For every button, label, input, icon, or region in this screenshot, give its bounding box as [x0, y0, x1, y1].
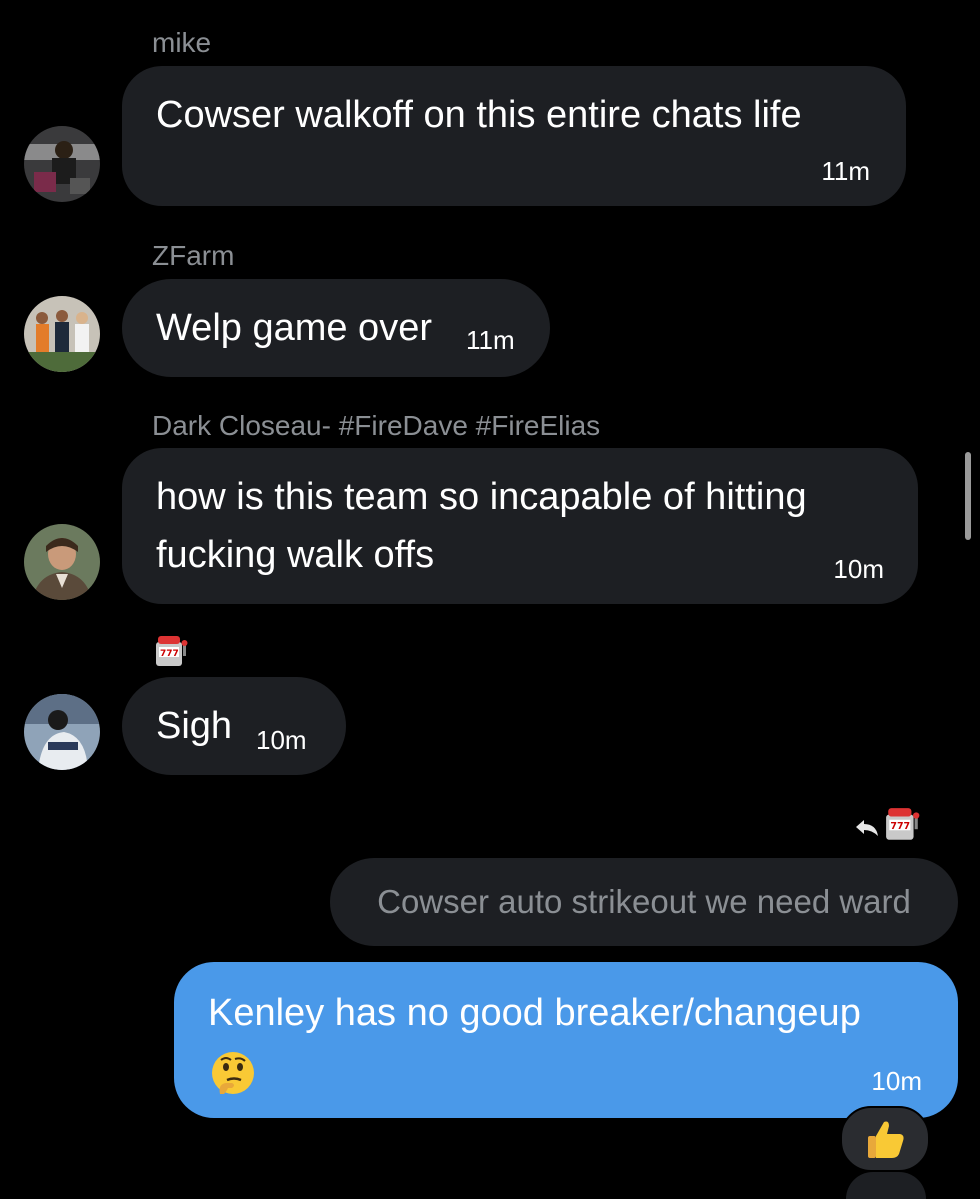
- slot-machine-icon[interactable]: 777: [154, 634, 190, 670]
- own-message-bubble[interactable]: Kenley has no good breaker/changeup 10m: [174, 962, 958, 1118]
- scrollbar[interactable]: [965, 452, 971, 540]
- message-text: Kenley has no good breaker/changeup: [208, 992, 861, 1034]
- thinking-face-emoji: [210, 1050, 256, 1096]
- message-bubble[interactable]: Welp game over 11m: [122, 279, 550, 377]
- reaction-badge[interactable]: [840, 1106, 930, 1172]
- message-bubble[interactable]: Sigh 10m: [122, 677, 346, 775]
- svg-text:777: 777: [890, 821, 910, 832]
- quoted-message-preview[interactable]: Cowser auto strikeout we need ward: [330, 858, 958, 946]
- avatar[interactable]: [24, 296, 100, 372]
- message-text: Welp game over: [156, 307, 432, 349]
- next-message-preview: [846, 1172, 926, 1199]
- dm-conversation: mike Cowser walkoff on this entire chats…: [0, 0, 980, 1199]
- avatar[interactable]: [24, 694, 100, 770]
- avatar[interactable]: [24, 524, 100, 600]
- avatar[interactable]: [24, 126, 100, 202]
- svg-text:777: 777: [160, 649, 179, 659]
- message-bubble[interactable]: Cowser walkoff on this entire chats life…: [122, 66, 906, 206]
- message-text-line-1: how is this team so incapable of hitting: [156, 476, 807, 518]
- sender-name[interactable]: Dark Closeau- #FireDave #FireElias: [152, 410, 600, 442]
- thumbs-up-emoji: [862, 1116, 908, 1162]
- message-text-line-2: fucking walk offs: [156, 534, 435, 576]
- message-timestamp: 10m: [871, 1066, 922, 1096]
- message-bubble[interactable]: how is this team so incapable of hitting…: [122, 448, 918, 604]
- message-timestamp: 10m: [833, 554, 884, 584]
- message-timestamp: 11m: [821, 156, 870, 186]
- sender-name[interactable]: ZFarm: [152, 240, 234, 272]
- message-timestamp: 10m: [256, 725, 307, 755]
- message-text: Cowser walkoff on this entire chats life: [156, 94, 802, 136]
- reply-arrow-icon: [852, 812, 882, 842]
- slot-machine-icon: 777: [884, 806, 922, 846]
- message-text: Sigh: [156, 705, 233, 747]
- message-timestamp: 11m: [466, 325, 515, 355]
- sender-name[interactable]: mike: [152, 27, 211, 59]
